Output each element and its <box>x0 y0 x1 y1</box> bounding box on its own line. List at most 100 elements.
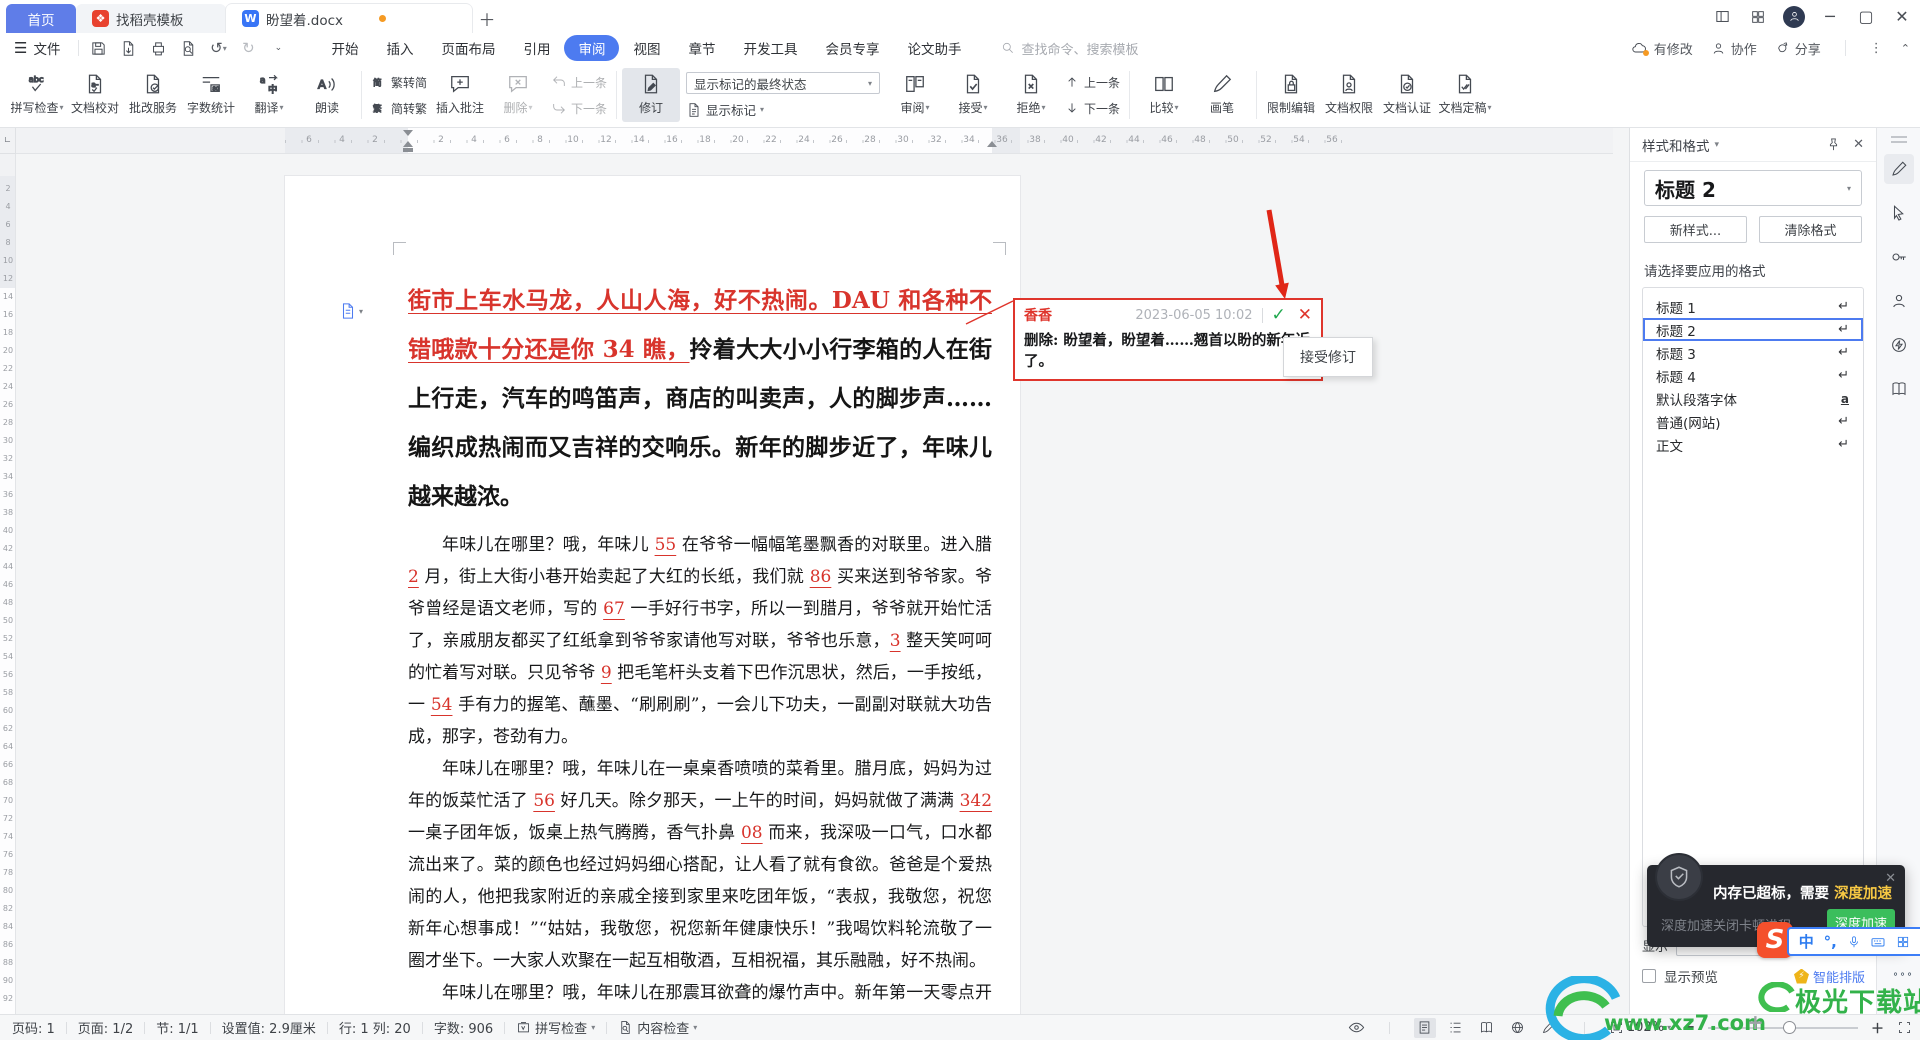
ribbon-simp-to-trad-button[interactable]: 简转繁 <box>371 96 427 120</box>
document-page[interactable]: ▾ 街市上车水马龙，人山人海，好不热闹。DAU 和各种不错哦款十分还是你 34 … <box>285 176 1020 1014</box>
tab-document[interactable]: W 盼望着.docx <box>226 4 472 33</box>
show-markup-state-select[interactable]: 显示标记的最终状态▾ <box>686 72 880 94</box>
paragraph-style-gutter-icon[interactable]: ▾ <box>339 302 363 320</box>
file-menu[interactable]: ☰文件 <box>0 38 72 58</box>
indent-marker[interactable] <box>403 141 413 147</box>
status-content-check-button[interactable]: 内容检查▾ <box>618 1018 697 1037</box>
vertical-ruler[interactable]: 2468101214161820222426283032343638404244… <box>0 154 16 1014</box>
ribbon-reject-button[interactable]: 拒绝▾ <box>1002 68 1060 122</box>
ribbon-doc-permission-button[interactable]: 文档权限 <box>1320 68 1378 122</box>
ribbon-spell-check-button[interactable]: 拼写检查▾ <box>8 68 66 122</box>
ribbon-review-pane-button[interactable]: 审阅▾ <box>886 68 944 122</box>
print-preview-button[interactable] <box>175 36 201 60</box>
ribbon-brush-button[interactable]: 画笔 <box>1193 68 1251 122</box>
save-button[interactable] <box>85 36 111 60</box>
tab-stop-selector[interactable]: ∟ <box>0 128 16 154</box>
maximize-button[interactable]: ▢ <box>1848 0 1884 33</box>
menu-tab-dev-tools[interactable]: 开发工具 <box>729 35 811 61</box>
zoom-in-button[interactable]: ＋ <box>1871 1018 1884 1037</box>
zoom-slider[interactable] <box>1708 1027 1858 1029</box>
print-button[interactable] <box>145 36 171 60</box>
rail-read-mode-icon[interactable] <box>1884 374 1914 404</box>
reject-revision-x-icon[interactable]: ✕ <box>1298 307 1312 324</box>
menu-tab-member[interactable]: 会员专享 <box>811 35 893 61</box>
read-view-icon[interactable] <box>1476 1018 1498 1038</box>
style-list-item[interactable]: 标题 4↵ <box>1643 364 1863 387</box>
ribbon-read-aloud-button[interactable]: 朗读 <box>298 68 356 122</box>
clear-format-button[interactable]: 清除格式 <box>1759 216 1862 243</box>
indent-marker[interactable] <box>403 130 413 136</box>
document-text[interactable]: 街市上车水马龙，人山人海，好不热闹。DAU 和各种不错哦款十分还是你 34 瞧，… <box>408 276 992 1014</box>
show-preview-checkbox[interactable] <box>1642 969 1656 983</box>
ribbon-compare-button[interactable]: 比较▾ <box>1135 68 1193 122</box>
ribbon-prev-revision-button[interactable]: 上一条 <box>1064 70 1120 94</box>
apps-grid-icon[interactable] <box>1740 0 1776 33</box>
menu-tab-paper-assistant[interactable]: 论文助手 <box>893 35 975 61</box>
style-list-item[interactable]: 标题 3↵ <box>1643 341 1863 364</box>
menu-tab-view[interactable]: 视图 <box>619 35 674 61</box>
rail-select-cursor-icon[interactable] <box>1884 198 1914 228</box>
collaborate-button[interactable]: 协作 <box>1711 39 1757 58</box>
zoom-level[interactable]: 102% ▾ <box>1609 1020 1671 1035</box>
minimize-button[interactable]: ─ <box>1812 0 1848 33</box>
ribbon-track-changes-button[interactable]: 修订 <box>622 68 680 122</box>
rail-quick-boost-icon[interactable] <box>1884 330 1914 360</box>
panel-drag-handle[interactable] <box>1891 136 1907 138</box>
menu-tab-section[interactable]: 章节 <box>674 35 729 61</box>
eye-protect-icon[interactable] <box>1348 1019 1365 1036</box>
style-list-item[interactable]: 正文↵ <box>1643 433 1863 456</box>
accept-revision-check-icon[interactable]: ✓ <box>1272 307 1286 324</box>
style-list-item[interactable]: 标题 1↵ <box>1643 295 1863 318</box>
ribbon-prev-comment-button[interactable]: 上一条 <box>551 70 607 94</box>
ime-keyboard-icon[interactable] <box>1870 934 1886 950</box>
command-search[interactable]: 查找命令、搜索模板 <box>1001 39 1138 58</box>
menu-tab-insert[interactable]: 插入 <box>372 35 427 61</box>
ribbon-doc-certify-button[interactable]: 文档认证 <box>1378 68 1436 122</box>
tab-home[interactable]: 首页 <box>6 4 76 33</box>
menu-tab-page-layout[interactable]: 页面布局 <box>427 35 509 61</box>
zoom-out-button[interactable]: − <box>1684 1020 1695 1035</box>
ink-view-icon[interactable] <box>1538 1018 1560 1038</box>
style-list-item[interactable]: 默认段落字体a <box>1643 387 1863 410</box>
ribbon-translate-button[interactable]: 翻译▾ <box>240 68 298 122</box>
style-list-item[interactable]: 普通(网站)↵ <box>1643 410 1863 433</box>
ribbon-next-revision-button[interactable]: 下一条 <box>1064 96 1120 120</box>
redo-button[interactable]: ↻ <box>235 36 261 60</box>
fit-page-icon[interactable] <box>1609 1020 1624 1035</box>
rail-signature-icon[interactable] <box>1884 286 1914 316</box>
ribbon-word-count-button[interactable]: 字数统计 <box>182 68 240 122</box>
ribbon-accept-button[interactable]: 接受▾ <box>944 68 1002 122</box>
export-pdf-button[interactable] <box>115 36 141 60</box>
status-spell-check-button[interactable]: 拼写检查▾ <box>516 1018 595 1037</box>
ribbon-doc-proof-button[interactable]: 文档校对 <box>66 68 124 122</box>
web-view-icon[interactable] <box>1507 1018 1529 1038</box>
menu-tab-home[interactable]: 开始 <box>317 35 372 61</box>
modified-status[interactable]: 有修改 <box>1631 39 1693 58</box>
current-style-select[interactable]: 标题 2 ▾ <box>1644 170 1862 206</box>
more-menu-icon[interactable]: ⋮ <box>1870 41 1883 56</box>
chevron-down-icon[interactable]: ▾ <box>1715 140 1720 150</box>
ime-language-mode[interactable]: 中 <box>1799 931 1814 952</box>
zoom-slider-knob[interactable] <box>1783 1021 1796 1034</box>
rail-edit-pen-icon[interactable] <box>1884 154 1914 184</box>
ribbon-doc-finalize-button[interactable]: 文档定稿▾ <box>1436 68 1494 122</box>
menu-tab-reference[interactable]: 引用 <box>509 35 564 61</box>
document-heading-paragraph[interactable]: 街市上车水马龙，人山人海，好不热闹。DAU 和各种不错哦款十分还是你 34 瞧，… <box>408 276 992 521</box>
fullscreen-icon[interactable] <box>1897 1020 1912 1035</box>
right-indent-marker[interactable] <box>987 141 997 147</box>
new-style-button[interactable]: 新样式... <box>1644 216 1747 243</box>
indent-marker[interactable] <box>403 148 413 152</box>
ribbon-trad-to-simp-button[interactable]: 繁转简 <box>371 70 427 94</box>
ime-mic-icon[interactable] <box>1847 935 1861 949</box>
menu-tab-review[interactable]: 审阅 <box>564 35 619 61</box>
page-view-icon[interactable] <box>1414 1018 1436 1038</box>
close-button[interactable]: ✕ <box>1884 0 1920 33</box>
undo-button[interactable]: ↺▾ <box>205 36 231 60</box>
document-paragraph[interactable]: 年味儿在哪里？哦，年味儿在一桌桌香喷喷的菜肴里。腊月底，妈妈为过年的饭菜忙活了 … <box>408 753 992 977</box>
document-paragraph[interactable]: 年味儿在哪里？哦，年味儿在那震耳欲聋的爆竹声中。新年第一天零点开始，人们便没了睡… <box>408 977 992 1014</box>
rail-key-icon[interactable] <box>1884 242 1914 272</box>
ribbon-insert-comment-button[interactable]: 插入批注 <box>431 68 489 122</box>
ribbon-delete-comment-button[interactable]: 删除▾ <box>489 68 547 122</box>
close-panel-icon[interactable]: ✕ <box>1853 137 1864 152</box>
ribbon-grading-service-button[interactable]: 批改服务 <box>124 68 182 122</box>
